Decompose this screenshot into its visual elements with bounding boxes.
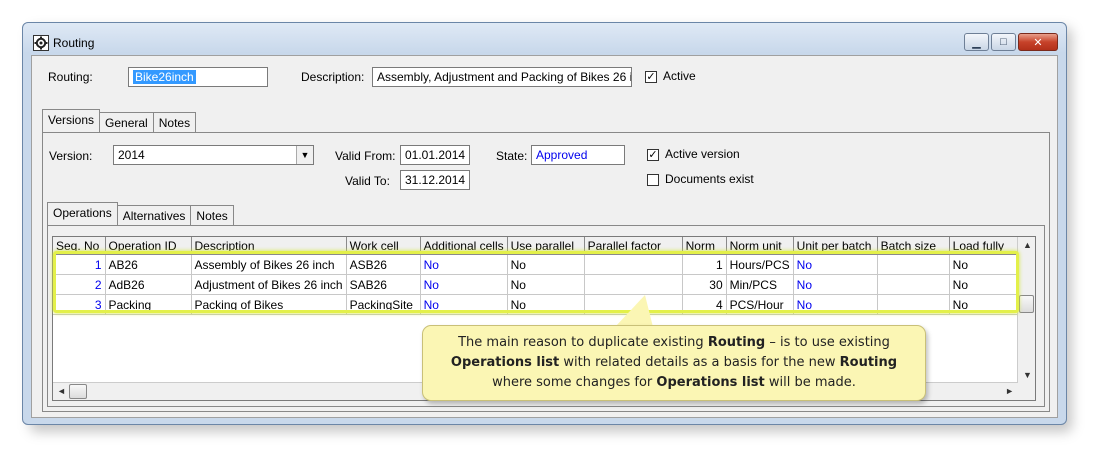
minimize-icon: ▁ [972, 36, 981, 49]
callout-text: – is to use existing [765, 335, 890, 350]
valid-from-value: 01.01.2014 [405, 148, 466, 162]
checkmark-icon: ✓ [646, 71, 656, 83]
tab-alternatives[interactable]: Alternatives [116, 205, 192, 225]
routing-label: Routing: [48, 70, 93, 84]
callout-text: with related details as a basis for the … [559, 355, 840, 370]
tab-sub-notes[interactable]: Notes [190, 205, 234, 225]
valid-from-input[interactable]: 01.01.2014 [400, 145, 470, 165]
callout-pointer [615, 295, 653, 327]
state-value: Approved [536, 148, 588, 162]
callout-line-3: where some changes for Operations list w… [433, 373, 915, 393]
tab-general[interactable]: General [99, 112, 154, 132]
version-value: 2014 [118, 148, 145, 162]
callout-bold: Operations list [656, 375, 765, 390]
callout-note: The main reason to duplicate existing Ro… [422, 325, 926, 401]
callout-bold: Routing [839, 355, 898, 370]
active-checkbox[interactable]: ✓ [645, 71, 657, 83]
scroll-down-icon[interactable]: ▼ [1023, 370, 1032, 380]
state-label: State: [496, 149, 528, 163]
horizontal-scroll-thumb[interactable] [69, 384, 87, 399]
routing-value: Bike26inch [133, 70, 196, 84]
vertical-scroll-thumb[interactable] [1019, 295, 1034, 313]
scroll-left-icon[interactable]: ◄ [57, 386, 66, 396]
maximize-button[interactable]: □ [991, 33, 1016, 51]
gear-icon [33, 35, 49, 51]
close-button[interactable]: ✕ [1018, 33, 1058, 51]
window-controls: ▁ □ ✕ [962, 33, 1058, 51]
active-version-checkbox[interactable]: ✓ [647, 149, 659, 161]
tab-operations[interactable]: Operations [47, 202, 118, 225]
chevron-down-icon[interactable]: ▼ [296, 146, 313, 164]
active-label: Active [663, 69, 696, 83]
description-input[interactable]: Assembly, Adjustment and Packing of Bike… [372, 67, 632, 87]
main-tabs: Versions General Notes [42, 109, 197, 132]
title-bar[interactable]: Routing ▁ □ ✕ [23, 23, 1066, 51]
documents-exist-checkbox[interactable] [647, 174, 659, 186]
checkmark-icon: ✓ [648, 149, 658, 161]
close-icon: ✕ [1033, 36, 1043, 49]
tab-notes[interactable]: Notes [152, 112, 197, 132]
version-label: Version: [49, 149, 93, 163]
sub-tabs: Operations Alternatives Notes [47, 202, 234, 225]
description-label: Description: [301, 70, 365, 84]
vertical-scrollbar[interactable]: ▲ ▼ [1017, 237, 1035, 400]
maximize-icon: □ [1000, 36, 1007, 48]
callout-text: The main reason to duplicate existing [458, 335, 708, 350]
callout-bold: Operations list [450, 355, 560, 370]
callout-bold: Routing [707, 335, 766, 350]
valid-to-label: Valid To: [345, 174, 390, 188]
valid-from-label: Valid From: [335, 149, 396, 163]
callout-text: will be made. [764, 375, 856, 390]
scroll-right-icon[interactable]: ► [1005, 386, 1014, 396]
valid-to-value: 31.12.2014 [405, 173, 466, 187]
description-value: Assembly, Adjustment and Packing of Bike… [377, 70, 632, 84]
minimize-button[interactable]: ▁ [964, 33, 989, 51]
window-title: Routing [53, 36, 95, 50]
callout-text: where some changes for [492, 375, 657, 390]
documents-exist-label: Documents exist [665, 172, 754, 186]
callout-line-1: The main reason to duplicate existing Ro… [433, 333, 915, 353]
valid-to-input[interactable]: 31.12.2014 [400, 170, 470, 190]
state-field: Approved [531, 145, 625, 165]
rows-highlight [53, 251, 1019, 313]
scroll-up-icon[interactable]: ▲ [1023, 240, 1032, 250]
tab-versions[interactable]: Versions [42, 109, 101, 132]
version-select[interactable]: 2014 ▼ [113, 145, 314, 165]
callout-line-2: Operations list with related details as … [433, 353, 915, 373]
active-version-label: Active version [665, 147, 740, 161]
routing-input[interactable]: Bike26inch [128, 67, 268, 87]
